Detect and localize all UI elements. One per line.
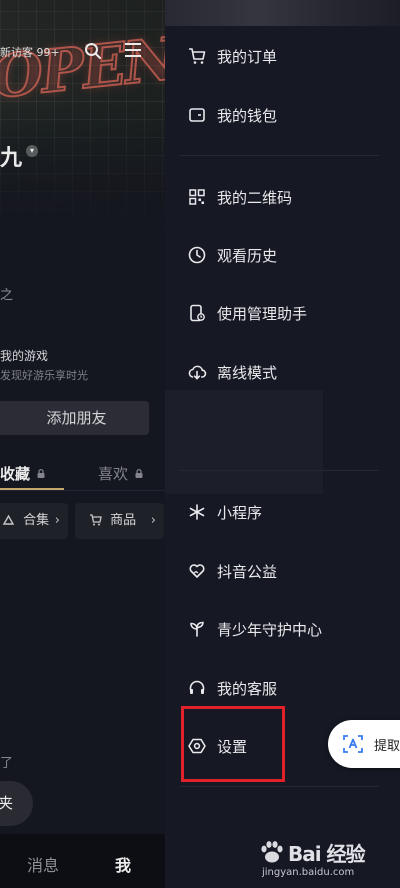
heart-hands-icon bbox=[189, 564, 205, 578]
blurred-status-area bbox=[165, 0, 400, 26]
sprout-icon bbox=[190, 621, 204, 637]
menu-divider bbox=[179, 155, 379, 156]
menu-item-wallet[interactable]: 我的钱包 bbox=[187, 100, 277, 130]
menu-item-watch-history[interactable]: 观看历史 bbox=[187, 240, 277, 270]
qr-code-icon bbox=[189, 189, 205, 205]
menu-item-customer-service[interactable]: 我的客服 bbox=[187, 673, 277, 703]
menu-item-orders[interactable]: 我的订单 bbox=[187, 41, 277, 71]
menu-divider bbox=[179, 470, 379, 471]
menu-item-label: 青少年守护中心 bbox=[217, 620, 323, 639]
menu-item-label: 我的订单 bbox=[217, 47, 278, 66]
profile-page: OPEN 新访客 99+ 九 ▾ 之 我的游戏 发现好游乐享时光 添加朋友 收藏… bbox=[0, 0, 165, 888]
menu-item-label: 小程序 bbox=[217, 503, 263, 522]
menu-item-offline-mode[interactable]: 离线模式 bbox=[187, 357, 277, 387]
extract-label: 提取 bbox=[374, 739, 400, 754]
extract-floating-button[interactable]: 提取 bbox=[328, 720, 400, 768]
cart-icon bbox=[189, 48, 206, 64]
text-scan-icon bbox=[343, 735, 363, 753]
menu-item-mini-programs[interactable]: 小程序 bbox=[187, 497, 262, 527]
menu-item-qr-code[interactable]: 我的二维码 bbox=[187, 182, 292, 212]
clock-icon bbox=[188, 246, 206, 264]
menu-item-label: 抖音公益 bbox=[217, 562, 278, 581]
wallet-icon bbox=[189, 108, 205, 122]
paw-logo-icon bbox=[261, 841, 283, 863]
asterisk-icon bbox=[189, 504, 205, 520]
menu-item-label: 离线模式 bbox=[217, 363, 278, 382]
menu-item-youth-protection[interactable]: 青少年守护中心 bbox=[187, 614, 322, 644]
watermark-url: jingyan.baidu.com bbox=[262, 867, 355, 878]
headset-icon bbox=[189, 680, 205, 694]
settings-highlight-box bbox=[181, 706, 285, 782]
menu-item-label: 观看历史 bbox=[217, 246, 278, 265]
menu-item-usage-assistant[interactable]: 使用管理助手 bbox=[187, 298, 307, 328]
cloud-download-icon bbox=[188, 365, 207, 380]
phone-manage-icon bbox=[190, 304, 205, 322]
menu-item-label: 我的二维码 bbox=[217, 188, 293, 207]
menu-item-label: 使用管理助手 bbox=[217, 304, 308, 323]
menu-item-label: 我的客服 bbox=[217, 679, 278, 698]
drawer-overlay-shade[interactable] bbox=[0, 0, 165, 888]
menu-divider bbox=[179, 786, 379, 787]
watermark-brand: Bai 经验 bbox=[288, 842, 366, 866]
background-panel bbox=[165, 390, 323, 494]
side-drawer: 我的订单 我的钱包 我的二维码 观看历史 使用管理助手 离线模式 小程序 抖音公… bbox=[165, 0, 400, 888]
baidu-jingyan-watermark: Bai 经验 jingyan.baidu.com bbox=[252, 836, 392, 888]
menu-item-label: 我的钱包 bbox=[217, 106, 278, 125]
menu-item-charity[interactable]: 抖音公益 bbox=[187, 556, 277, 586]
